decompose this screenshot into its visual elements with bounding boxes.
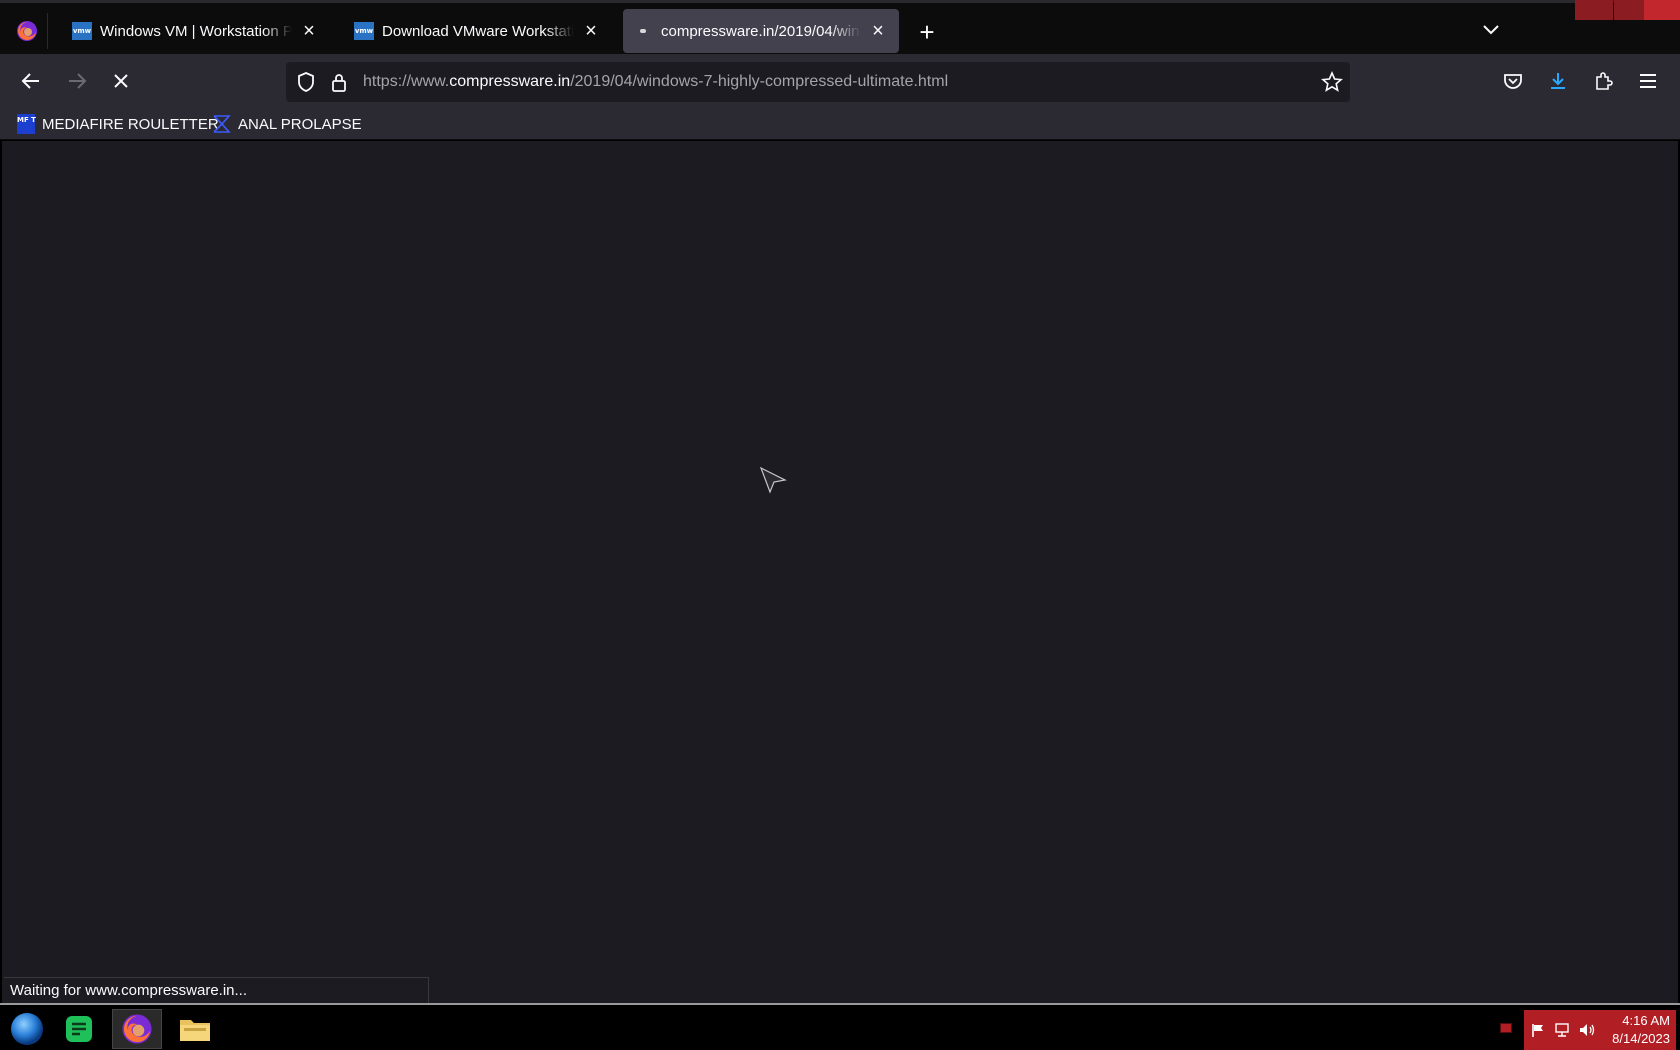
tracking-protection-shield-icon[interactable] [296,71,316,98]
sigma-icon [212,114,232,134]
stop-button[interactable] [104,64,138,98]
window-close-button[interactable] [1644,0,1680,20]
new-tab-button[interactable]: + [910,15,944,49]
firefox-logo-icon [122,1014,152,1044]
maximize-button[interactable] [1614,0,1644,20]
forward-button[interactable] [60,64,94,98]
lock-icon[interactable] [330,71,348,98]
system-tray: 4:16 AM 8/14/2023 [1524,1010,1676,1050]
tab-compressware[interactable]: compressware.in/2019/04/windows × [623,9,899,53]
taskbar-notes-app[interactable] [54,1009,104,1049]
tray-overflow-icon[interactable] [1500,1023,1512,1033]
url-text[interactable]: https://www.compressware.in/2019/04/wind… [363,73,948,91]
close-tab-icon[interactable]: × [867,20,889,42]
close-tab-icon[interactable]: × [580,20,602,42]
folder-icon [180,1020,210,1041]
clock-date: 8/14/2023 [1612,1031,1670,1046]
status-panel: Waiting for www.compressware.in... [4,977,429,1003]
taskbar-clock[interactable]: 4:16 AM 8/14/2023 [1612,1012,1670,1048]
extensions-button[interactable] [1586,64,1620,98]
downloads-button[interactable] [1541,64,1575,98]
minimize-button[interactable] [1575,0,1613,20]
bookmark-mediafire-rouletter[interactable]: MF T MEDIAFIRE ROULETTER [16,112,219,136]
bookmark-label: ANAL PROLAPSE [238,115,362,133]
tab-bar: vmw Windows VM | Workstation Pro × vmw D… [0,0,1680,54]
close-tab-icon[interactable]: × [298,20,320,42]
back-button[interactable] [14,64,48,98]
url-path: /2019/04/windows-7-highly-compressed-ult… [570,73,949,90]
loading-icon [633,21,653,41]
arrow-right-icon [69,73,87,89]
tab-title: Download VMware Workstation [382,22,574,40]
url-bar[interactable]: https://www.compressware.in/2019/04/wind… [286,62,1350,102]
download-arrow-icon [1551,73,1565,89]
taskbar-file-explorer[interactable] [170,1009,220,1049]
volume-icon[interactable] [1578,1022,1596,1038]
url-prefix: https://www. [363,73,450,90]
page-content[interactable]: Waiting for www.compressware.in... [2,141,1678,1003]
mouse-cursor-icon [759,466,787,494]
tab-download-vmware[interactable]: vmw Download VMware Workstation × [344,9,612,53]
bookmarks-toolbar: MF T MEDIAFIRE ROULETTER ANAL PROLAPSE [0,108,1680,140]
plus-icon: + [919,16,935,47]
pocket-icon [1504,74,1522,89]
windows-start-orb-icon [11,1013,43,1045]
bookmark-label: MEDIAFIRE ROULETTER [42,115,219,133]
firefox-logo-icon [16,21,37,41]
puzzle-piece-icon [1596,72,1613,90]
bookmark-star-icon[interactable] [1320,70,1344,99]
notes-app-icon [66,1016,92,1042]
firefox-view-button[interactable] [6,13,48,49]
stop-x-icon [114,74,128,88]
vmware-favicon-icon: vmw [354,21,374,41]
vmware-favicon-icon: vmw [72,21,92,41]
taskbar-firefox[interactable] [112,1009,162,1049]
tab-windows-vm[interactable]: vmw Windows VM | Workstation Pro × [62,9,330,53]
mft-icon: MF T [16,114,36,134]
pocket-button[interactable] [1496,64,1530,98]
list-all-tabs-button[interactable] [1474,13,1508,47]
url-host: compressware.in [449,73,571,90]
app-menu-button[interactable] [1631,64,1665,98]
start-button[interactable] [2,1009,52,1049]
clock-time: 4:16 AM [1622,1013,1670,1028]
chevron-down-icon [1483,25,1499,35]
network-icon[interactable] [1554,1022,1570,1038]
windows-taskbar: 4:16 AM 8/14/2023 [0,1003,1680,1050]
hamburger-menu-icon [1640,74,1656,88]
navigation-toolbar: https://www.compressware.in/2019/04/wind… [0,54,1680,108]
tab-title: Windows VM | Workstation Pro [100,22,292,40]
action-center-flag-icon[interactable] [1530,1022,1546,1038]
arrow-left-icon [21,73,39,89]
bookmark-anal-prolapse[interactable]: ANAL PROLAPSE [212,112,362,136]
tab-title: compressware.in/2019/04/windows [661,22,861,40]
